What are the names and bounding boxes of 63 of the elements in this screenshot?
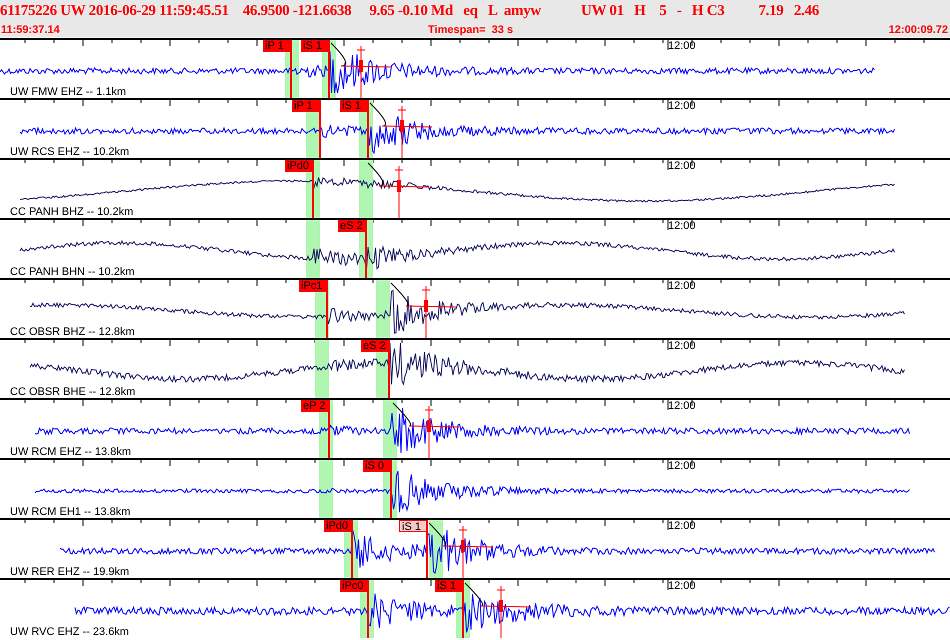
pick-line [328, 400, 330, 458]
pick-line [328, 40, 330, 98]
pick-label: iPc0 [340, 580, 368, 592]
time-label: 12:00 [668, 221, 696, 232]
end-time: 12:00:09.72 [888, 25, 948, 36]
pick-window [383, 400, 397, 458]
pick-label: eP 2 [301, 400, 329, 412]
pick-label: iS 0 [363, 460, 391, 472]
header-field: UW 01 H 5 - H C3 [580, 4, 724, 18]
station-label: UW RCM EH1 -- 13.8km [10, 507, 130, 518]
pick-window [359, 160, 373, 218]
time-label: 12:00 [668, 281, 696, 292]
header-field: 61175226 UW 2016-06-29 11:59:45.51 [0, 4, 229, 18]
time-label: 12:00 [668, 161, 696, 172]
station-label: CC OBSR BHE -- 12.8km [10, 387, 136, 398]
station-label: UW RER EHZ -- 19.9km [10, 567, 130, 578]
pick-window [376, 280, 390, 338]
start-time: 11:59:37.14 [1, 25, 60, 36]
pick-line [319, 100, 321, 158]
time-label: 12:00 [668, 521, 696, 532]
coda-marker-drawing [464, 582, 532, 638]
header-field: 7.19 2.46 [758, 4, 819, 18]
pick-label: iS 1 [340, 100, 368, 112]
pick-line [390, 460, 392, 518]
pick-line [326, 280, 328, 338]
station-label: UW RVC EHZ -- 23.6km [10, 627, 129, 638]
pick-label: iP 1 [263, 40, 291, 52]
pick-line [426, 520, 428, 578]
pick-line [351, 520, 353, 578]
pick-label: iS 1 [399, 520, 427, 532]
station-label: UW RCS EHZ -- 10.2km [10, 147, 130, 158]
pick-line [367, 100, 369, 158]
header-field: 46.9500 -121.6638 [242, 4, 352, 18]
pick-label: iPd0 [285, 160, 313, 172]
station-label: CC PANH BHZ -- 10.2km [10, 207, 134, 218]
time-label: 12:00 [668, 41, 696, 52]
pick-label: iPc1 [299, 280, 327, 292]
pick-label: eS 2 [338, 220, 366, 232]
pick-line [367, 580, 369, 638]
pick-line [462, 580, 464, 638]
time-label: 12:00 [668, 101, 696, 112]
timespan: Timespan= 33 s [428, 25, 514, 36]
pick-label: iS 1 [301, 40, 329, 52]
pick-line [388, 340, 390, 398]
pick-window [306, 220, 320, 278]
station-label: CC PANH BHN -- 10.2km [10, 267, 134, 278]
pick-label: eS 2 [361, 340, 389, 352]
header-field: 9.65 -0.10 Md eq L amyw [369, 4, 541, 18]
station-label: CC OBSR BHZ -- 12.8km [10, 327, 135, 338]
time-label: 12:00 [668, 581, 696, 592]
pick-line [312, 160, 314, 218]
time-label: 12:00 [668, 341, 696, 352]
pick-line [290, 40, 292, 98]
time-label: 12:00 [668, 401, 696, 412]
pick-label: iS 1 [435, 580, 463, 592]
pick-window [319, 460, 333, 518]
time-label: 12:00 [668, 461, 696, 472]
pick-label: iPd0 [324, 520, 352, 532]
station-label: UW FMW EHZ -- 1.1km [10, 87, 126, 98]
pick-window [315, 340, 329, 398]
pick-line [365, 220, 367, 278]
station-label: UW RCM EHZ -- 13.8km [10, 447, 131, 458]
pick-label: iP 1 [292, 100, 320, 112]
